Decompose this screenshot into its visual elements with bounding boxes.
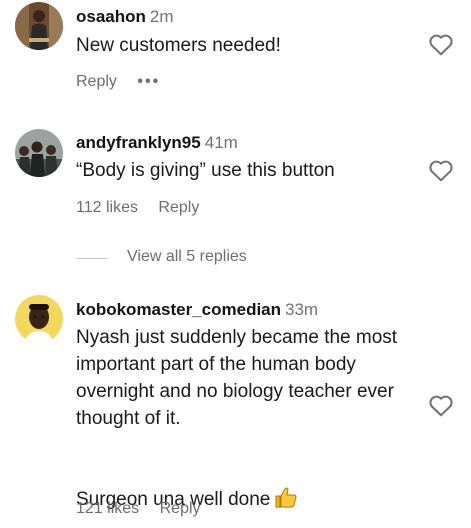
comment-3: kobokomaster_comedian 33m Nyash just sudd… [0,292,471,528]
comment-actions: 112 likes Reply [76,199,215,217]
comment-text: Nyash just suddenly became the most impo… [76,327,398,429]
comment-text: “Body is giving” use this button [76,160,335,181]
comment-actions: 121 likes Reply [76,500,217,518]
avatar[interactable] [15,129,63,177]
replies-divider [76,258,108,259]
reply-button[interactable]: Reply [160,500,201,517]
heart-outline-icon[interactable] [428,158,454,182]
comment-username[interactable]: osaahon 2m [76,7,174,27]
reply-button[interactable]: Reply [76,73,117,90]
comment-text: New customers needed! [76,35,281,56]
comment-time: 41m [204,133,238,152]
comment-1: osaahon 2m New customers needed! Reply ••… [0,0,471,100]
more-dots-icon[interactable]: ••• [137,73,160,91]
comment-2: andyfranklyn95 41m “Body is giving” use t… [0,125,471,235]
avatar[interactable] [15,2,63,50]
comment-time: 2m [149,7,174,26]
view-replies-link[interactable]: View all 5 replies [127,248,247,266]
comment-actions: Reply ••• [76,73,176,91]
reply-button[interactable]: Reply [158,199,199,216]
likes-count[interactable]: 112 likes [76,199,138,216]
comment-username[interactable]: kobokomaster_comedian 33m [76,300,318,320]
comment-time: 33m [285,300,319,319]
thumbs-up-icon [275,487,297,508]
avatar[interactable] [15,295,63,343]
heart-outline-icon[interactable] [428,393,454,417]
heart-outline-icon[interactable] [428,32,454,56]
comment-username[interactable]: andyfranklyn95 41m [76,133,238,153]
likes-count[interactable]: 121 likes [76,500,139,517]
